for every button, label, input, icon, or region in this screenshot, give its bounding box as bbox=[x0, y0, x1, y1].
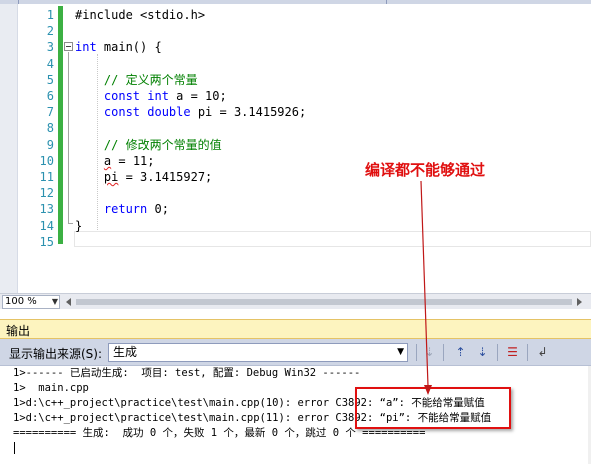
code-keyword: const double bbox=[75, 105, 191, 119]
zoom-level: 100 % bbox=[5, 296, 37, 307]
line-number: 13 bbox=[39, 202, 54, 216]
annotation-callout: 编译都不能够通过 bbox=[365, 161, 486, 179]
code-text: main() { bbox=[96, 40, 162, 54]
chevron-down-icon: ▼ bbox=[51, 297, 58, 306]
line-number: 12 bbox=[39, 186, 54, 200]
output-source-value: 生成 bbox=[113, 345, 138, 359]
current-line-highlight bbox=[74, 231, 591, 247]
toolbar-separator bbox=[443, 344, 444, 361]
code-line[interactable]: // 修改两个常量的值 bbox=[75, 137, 222, 153]
line-number: 7 bbox=[46, 105, 54, 119]
code-editor[interactable]: 1 2 3 4 5 6 7 8 9 10 11 12 13 14 15 #include <stdio.h>… bbox=[18, 4, 591, 293]
toolbar-separator bbox=[416, 344, 417, 361]
code-line[interactable]: const int a = 10; bbox=[75, 88, 227, 104]
previous-message-icon[interactable]: ⇡ bbox=[452, 344, 469, 361]
code-text: pi = 3.1415926; bbox=[190, 105, 307, 119]
code-text: = 11; bbox=[111, 154, 155, 168]
line-number: 6 bbox=[46, 89, 54, 103]
scroll-thumb bbox=[76, 299, 572, 305]
editor-status-row: 100 % ▼ bbox=[0, 293, 591, 309]
code-keyword: const int bbox=[75, 89, 169, 103]
scroll-left-icon bbox=[66, 298, 71, 306]
next-message-icon[interactable]: ⇣ bbox=[474, 344, 491, 361]
line-number: 4 bbox=[46, 57, 54, 71]
pane-splitter[interactable] bbox=[0, 309, 591, 319]
code-keyword: return bbox=[75, 202, 148, 216]
output-source-select[interactable]: 生成 ▼ bbox=[108, 343, 408, 362]
outline-end bbox=[68, 223, 73, 224]
output-source-label: 显示输出来源(S): bbox=[9, 347, 103, 361]
line-number: 2 bbox=[46, 24, 54, 38]
line-number: 11 bbox=[39, 170, 54, 184]
chevron-down-icon: ▼ bbox=[397, 347, 404, 357]
code-keyword: int bbox=[75, 40, 97, 54]
code-comment: // 修改两个常量的值 bbox=[75, 138, 222, 152]
output-line: 1>------ 已启动生成: 项目: test, 配置: Debug Win3… bbox=[13, 367, 361, 379]
code-text: a = 10; bbox=[168, 89, 227, 103]
zoom-dropdown[interactable]: 100 % ▼ bbox=[2, 295, 60, 309]
error-highlight-box bbox=[355, 387, 511, 429]
go-to-line-icon[interactable]: ⇣ bbox=[421, 344, 438, 361]
word-wrap-icon[interactable]: ↲ bbox=[534, 344, 551, 361]
line-number: 15 bbox=[39, 235, 54, 249]
code-text: #include <stdio.h> bbox=[75, 8, 206, 22]
outline-line bbox=[68, 52, 69, 224]
code-line[interactable]: return 0; bbox=[75, 201, 169, 217]
horizontal-scrollbar[interactable] bbox=[64, 297, 584, 307]
clear-all-icon[interactable]: ☰ bbox=[504, 344, 521, 361]
editor-left-margin bbox=[0, 4, 18, 293]
code-line[interactable]: int main() { bbox=[75, 39, 162, 55]
change-tracking-bar bbox=[58, 6, 63, 244]
line-number: 1 bbox=[46, 8, 54, 22]
line-number: 5 bbox=[46, 73, 54, 87]
code-error-token: pi bbox=[103, 170, 119, 184]
line-number-gutter: 1 2 3 4 5 6 7 8 9 10 11 12 13 14 15 bbox=[18, 4, 58, 293]
code-line[interactable]: // 定义两个常量 bbox=[75, 72, 198, 88]
code-text: } bbox=[75, 219, 83, 233]
code-line[interactable]: } bbox=[75, 218, 82, 234]
line-number: 14 bbox=[39, 219, 54, 233]
scroll-right-icon bbox=[577, 298, 582, 306]
code-text: 0; bbox=[147, 202, 169, 216]
line-number: 3 bbox=[46, 40, 54, 54]
toolbar-separator bbox=[527, 344, 528, 361]
code-line[interactable]: pi = 3.1415927; bbox=[75, 169, 212, 185]
output-toolbar: 显示输出来源(S): 生成 ▼ ⇣ ⇡ ⇣ ☰ ↲ bbox=[0, 339, 591, 366]
toolbar-separator bbox=[497, 344, 498, 361]
code-comment: // 定义两个常量 bbox=[75, 73, 198, 87]
output-pane-title: 输出 bbox=[6, 324, 31, 338]
output-line: 1> main.cpp bbox=[13, 382, 89, 394]
line-number: 9 bbox=[46, 138, 54, 152]
code-text: = 3.1415927; bbox=[118, 170, 213, 184]
code-line[interactable]: const double pi = 3.1415926; bbox=[75, 104, 306, 120]
code-line[interactable]: #include <stdio.h> bbox=[75, 7, 205, 23]
collapse-main-icon[interactable] bbox=[64, 42, 73, 51]
text-cursor bbox=[14, 442, 15, 454]
output-pane-header: 输出 bbox=[0, 319, 591, 339]
line-number: 8 bbox=[46, 121, 54, 135]
line-number: 10 bbox=[39, 154, 54, 168]
code-line[interactable]: a = 11; bbox=[75, 153, 155, 169]
